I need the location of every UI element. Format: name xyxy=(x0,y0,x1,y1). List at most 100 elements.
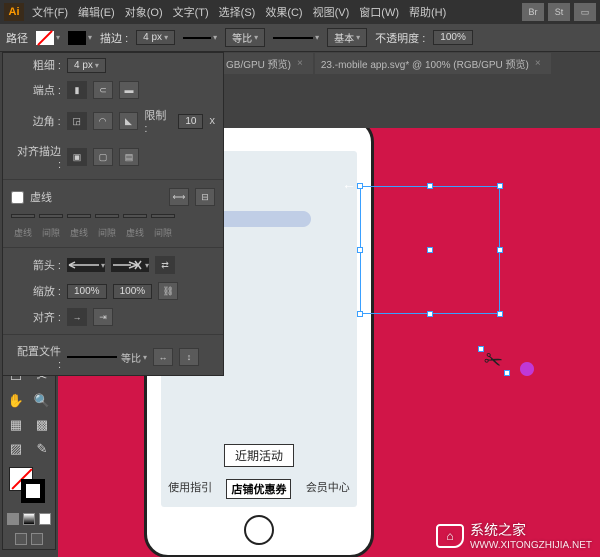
eyedropper-tool[interactable]: ✎ xyxy=(29,437,55,461)
stroke-width-input[interactable]: 4 px xyxy=(136,30,175,45)
resize-handle[interactable] xyxy=(497,183,503,189)
close-icon[interactable]: × xyxy=(297,58,303,69)
graphic-style-dd[interactable]: 基本 xyxy=(327,28,367,47)
menu-bar: Ai 文件(F) 编辑(E) 对象(O) 文字(T) 选择(S) 效果(C) 视… xyxy=(0,0,600,24)
bridge-button[interactable]: Br xyxy=(522,3,544,21)
control-bar: 路径 描边 : 4 px 等比 基本 不透明度 : 100% xyxy=(0,24,600,52)
arrow-scale-b[interactable]: 100% xyxy=(113,284,153,299)
fill-stroke-control[interactable] xyxy=(3,465,55,509)
dash-preserve-button[interactable]: ⟷ xyxy=(169,188,189,206)
screen-mode-button[interactable] xyxy=(31,533,43,545)
document-tab[interactable]: GB/GPU 预览)× xyxy=(220,53,313,74)
align-arrow-label: 对齐 : xyxy=(11,309,61,325)
hand-tool[interactable]: ✋ xyxy=(3,389,29,413)
dashed-label: 虚线 xyxy=(30,189,52,205)
arrange-button[interactable]: ▭ xyxy=(574,3,596,21)
align-stroke-label: 对齐描边 : xyxy=(11,143,61,171)
menu-text[interactable]: 文字(T) xyxy=(173,4,209,20)
color-mode-button[interactable] xyxy=(7,513,19,525)
arrow-align-a[interactable]: → xyxy=(67,308,87,326)
document-tab[interactable]: 23.-mobile app.svg* @ 100% (RGB/GPU 预览)× xyxy=(315,53,551,74)
gradient-tool[interactable]: ▨ xyxy=(3,437,29,461)
stroke-style-dd[interactable]: 等比 xyxy=(225,28,265,47)
arrow-align-b[interactable]: ⇥ xyxy=(93,308,113,326)
mesh-tool[interactable]: ▩ xyxy=(29,413,55,437)
cap-projecting-button[interactable]: ▬ xyxy=(119,81,139,99)
opacity-label: 不透明度 : xyxy=(375,30,425,46)
stroke-swatch[interactable] xyxy=(68,31,92,45)
flip-y-button[interactable]: ↕ xyxy=(179,348,199,366)
dash-input[interactable] xyxy=(123,214,147,218)
menu-object[interactable]: 对象(O) xyxy=(125,4,163,20)
dashed-checkbox[interactable] xyxy=(11,191,24,204)
flip-x-button[interactable]: ↔ xyxy=(153,348,173,366)
menu-edit[interactable]: 编辑(E) xyxy=(78,4,115,20)
dash-align-button[interactable]: ⊟ xyxy=(195,188,215,206)
pill-shape xyxy=(211,211,311,227)
cap-round-button[interactable]: ⊂ xyxy=(93,81,113,99)
opacity-input[interactable]: 100% xyxy=(433,30,473,45)
scale-label: 缩放 : xyxy=(11,283,61,299)
anchor-point[interactable] xyxy=(504,370,510,376)
resize-handle[interactable] xyxy=(427,311,433,317)
fill-swatch[interactable] xyxy=(36,31,60,45)
align-center-button[interactable]: ▣ xyxy=(67,148,87,166)
resize-handle[interactable] xyxy=(497,311,503,317)
profile-label: 配置文件 : xyxy=(11,343,61,371)
stroke-profile-dd[interactable] xyxy=(183,33,217,42)
arrow-end-dd[interactable] xyxy=(111,258,149,272)
stroke-label: 描边 : xyxy=(100,30,128,46)
center-handle[interactable] xyxy=(427,247,433,253)
resize-handle[interactable] xyxy=(357,247,363,253)
corner-miter-button[interactable]: ◲ xyxy=(67,112,87,130)
resize-handle[interactable] xyxy=(357,311,363,317)
path-label: 路径 xyxy=(6,30,28,46)
anchor-point[interactable] xyxy=(478,346,484,352)
limit-suffix: x xyxy=(209,115,215,127)
arrow-swap-button[interactable]: ⇄ xyxy=(155,256,175,274)
brush-dd[interactable] xyxy=(273,33,319,42)
gradient-mode-button[interactable] xyxy=(23,513,35,525)
resize-handle[interactable] xyxy=(497,247,503,253)
weight-label: 粗细 : xyxy=(11,57,61,73)
menu-help[interactable]: 帮助(H) xyxy=(409,4,446,20)
menu-window[interactable]: 窗口(W) xyxy=(359,4,399,20)
weight-input[interactable]: 4 px xyxy=(67,58,106,73)
corner-bevel-button[interactable]: ◣ xyxy=(119,112,139,130)
cap-label: 端点 : xyxy=(11,82,61,98)
corner-round-button[interactable]: ◠ xyxy=(93,112,113,130)
watermark: ⌂ 系统之家 WWW.XITONGZHIJIA.NET xyxy=(436,520,592,551)
gap-input[interactable] xyxy=(95,214,119,218)
close-icon[interactable]: × xyxy=(535,58,541,69)
link-scale-button[interactable]: ⛓ xyxy=(158,282,178,300)
magenta-dot xyxy=(520,362,534,376)
resize-handle[interactable] xyxy=(427,183,433,189)
zoom-tool[interactable]: 🔍 xyxy=(29,389,55,413)
menu-file[interactable]: 文件(F) xyxy=(32,4,68,20)
menu-view[interactable]: 视图(V) xyxy=(313,4,350,20)
menu-select[interactable]: 选择(S) xyxy=(219,4,256,20)
stock-button[interactable]: St xyxy=(548,3,570,21)
arrow-start-dd[interactable] xyxy=(67,258,105,272)
mockup-tab: 使用指引 xyxy=(168,479,212,499)
mockup-tabs: 使用指引 店铺优惠券 会员中心 xyxy=(161,479,357,499)
dash-input[interactable] xyxy=(67,214,91,218)
screen-mode-button[interactable] xyxy=(15,533,27,545)
gap-input[interactable] xyxy=(151,214,175,218)
home-button-icon xyxy=(244,515,274,545)
dash-input[interactable] xyxy=(11,214,35,218)
menu-effect[interactable]: 效果(C) xyxy=(265,4,302,20)
align-outside-button[interactable]: ▤ xyxy=(119,148,139,166)
none-mode-button[interactable] xyxy=(39,513,51,525)
selection-bounding-box[interactable] xyxy=(360,186,500,314)
stroke-swatch-tool[interactable] xyxy=(21,479,45,503)
arrow-scale-a[interactable]: 100% xyxy=(67,284,107,299)
limit-input[interactable]: 10 xyxy=(178,114,203,129)
resize-handle[interactable] xyxy=(357,183,363,189)
profile-dd[interactable]: 等比 xyxy=(67,350,147,365)
app-logo: Ai xyxy=(4,3,24,21)
gap-input[interactable] xyxy=(39,214,63,218)
perspective-tool[interactable]: ▦ xyxy=(3,413,29,437)
align-inside-button[interactable]: ▢ xyxy=(93,148,113,166)
cap-butt-button[interactable]: ▮ xyxy=(67,81,87,99)
